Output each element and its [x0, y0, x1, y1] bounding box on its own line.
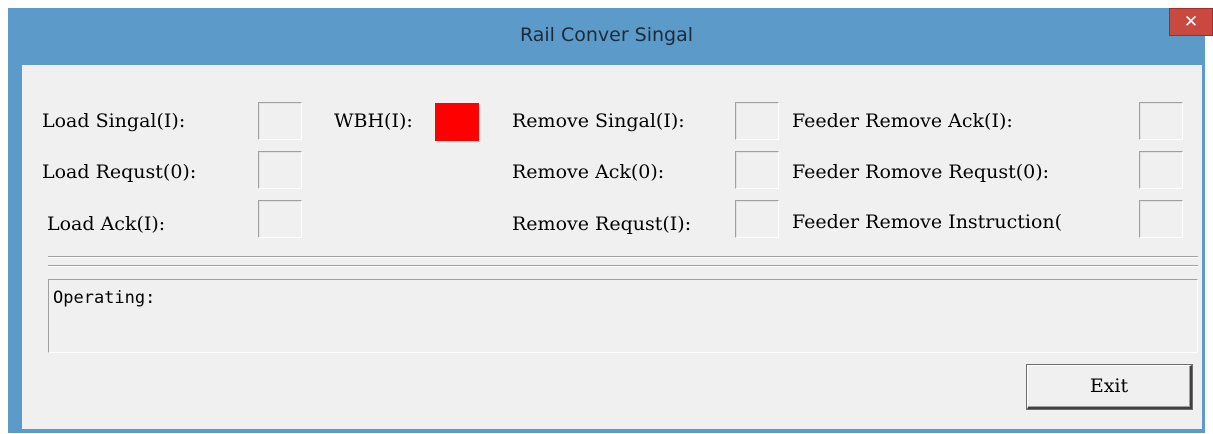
wbh-indicator — [435, 103, 479, 141]
window-title: Rail Conver Singal — [519, 24, 694, 46]
load-singal-indicator — [258, 102, 302, 140]
title-bar[interactable]: Rail Conver Singal ✕ — [8, 8, 1213, 65]
load-requst-indicator — [258, 151, 302, 189]
wbh-label: WBH(I): — [334, 110, 413, 132]
feeder-romove-requst-indicator — [1139, 151, 1183, 189]
remove-ack-indicator — [735, 151, 779, 189]
load-ack-indicator — [258, 200, 302, 238]
close-button[interactable]: ✕ — [1169, 8, 1213, 36]
separator-line — [48, 265, 1198, 267]
client-area: Load Singal(I): Load Requst(0): Load Ack… — [22, 65, 1202, 429]
remove-requst-indicator — [735, 200, 779, 238]
feeder-remove-ack-indicator — [1139, 102, 1183, 140]
remove-ack-label: Remove Ack(0): — [512, 161, 665, 183]
separator-line — [48, 256, 1198, 258]
feeder-romove-requst-label: Feeder Romove Requst(0): — [792, 161, 1050, 183]
dialog-window: Rail Conver Singal ✕ Load Singal(I): Loa… — [8, 8, 1213, 433]
exit-button[interactable]: Exit — [1027, 365, 1192, 409]
remove-singal-label: Remove Singal(I): — [512, 110, 685, 132]
feeder-remove-instruction-indicator — [1139, 200, 1183, 238]
remove-requst-label: Remove Requst(I): — [512, 213, 692, 235]
close-icon: ✕ — [1183, 12, 1199, 32]
load-requst-label: Load Requst(0): — [42, 161, 197, 183]
load-ack-label: Load Ack(I): — [47, 213, 166, 235]
operating-label: Operating: — [53, 288, 156, 308]
load-singal-label: Load Singal(I): — [42, 110, 186, 132]
feeder-remove-ack-label: Feeder Remove Ack(I): — [792, 110, 1013, 132]
operating-status-box: Operating: — [48, 279, 1198, 353]
remove-singal-indicator — [735, 102, 779, 140]
feeder-remove-instruction-label: Feeder Remove Instruction( — [792, 211, 1063, 233]
